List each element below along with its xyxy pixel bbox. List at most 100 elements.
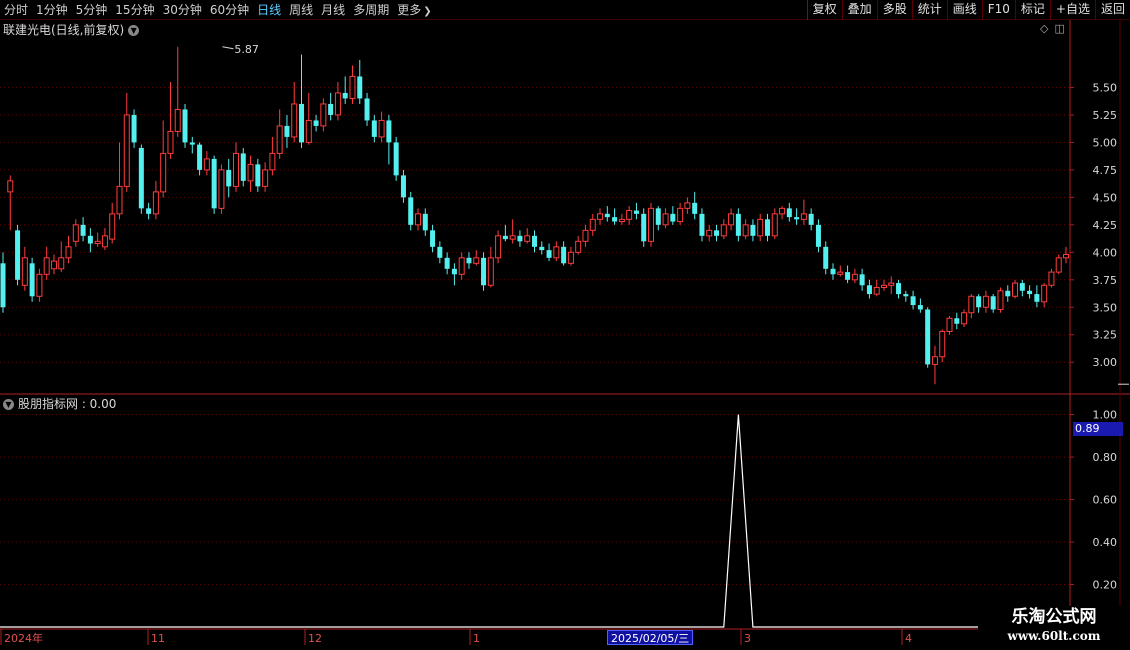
time-axis: 2024年 11 12 1 3 4 [0,629,912,645]
candle [968,294,975,319]
candle-body [109,213,116,240]
candle-body [633,210,639,214]
candle-body [851,273,858,281]
candle [189,136,195,154]
watermark: 乐淘公式网 www.60lt.com [978,606,1130,650]
candle [626,206,633,225]
candle [94,232,101,247]
period-tabs: 分时 1分钟 5分钟 15分钟 30分钟 60分钟 日线 周线 月线 多周期 [0,0,393,20]
candle-body [152,191,159,215]
toolbar-button-0[interactable]: 复权 [806,0,842,20]
candle [692,191,698,220]
candle [371,114,377,143]
period-tab-1[interactable]: 1分钟 [32,0,72,20]
dropdown-circle-icon[interactable]: ▼ [3,398,14,410]
time-label: 12 [308,632,322,645]
stock-title: 联建光电(日线,前复权) [3,23,125,37]
candle [502,224,508,242]
candle [757,213,764,242]
candle-body [742,224,749,237]
candle [422,208,428,236]
toolbar-button-5[interactable]: F10 [981,0,1015,20]
candle [87,228,93,253]
period-tab-3[interactable]: 15分钟 [111,0,158,20]
chart-canvas[interactable]: 5.872.80 5.505.255.004.754.504.254.003.7… [0,0,1130,650]
grid-layer [0,20,1130,650]
candle-body [36,273,43,297]
candle-body [757,218,764,237]
candle-body [146,208,152,214]
candle-body [800,213,807,220]
candle-body [386,120,392,143]
candle [0,252,6,313]
candle [837,265,844,277]
candle-body [837,271,844,275]
candle-body [160,152,167,193]
candle [764,213,770,242]
toolbar-button-3[interactable]: 统计 [911,0,947,20]
candle-body [284,125,290,137]
period-tab-5[interactable]: 60分钟 [206,0,253,20]
candle-body [714,230,720,236]
period-tab-2[interactable]: 5分钟 [72,0,112,20]
period-tab-8[interactable]: 月线 [317,0,349,20]
candle-body [50,260,57,270]
candle [990,294,996,313]
candle [720,219,727,240]
candle-body [779,207,786,215]
time-label: 3 [744,632,751,645]
period-tab-6[interactable]: 日线 [253,0,285,20]
candle-body [218,169,225,209]
toolbar-button-1[interactable]: 叠加 [841,0,877,20]
candle [524,228,531,244]
candle-body [917,305,923,310]
candlestick-series [0,46,1069,385]
candle-body [269,152,276,171]
toolbar-button-4[interactable]: 画线 [946,0,982,20]
period-tab-7[interactable]: 周线 [285,0,317,20]
candle [408,191,414,231]
candle [72,219,79,247]
period-tab-4[interactable]: 30分钟 [159,0,206,20]
more-periods-button[interactable]: 更多 ❯ [393,0,435,20]
candle-body [946,317,953,332]
candle-body [334,92,341,116]
candle-body [371,120,377,137]
candle [618,213,625,225]
candle [378,111,385,143]
candle [7,175,14,231]
candle [299,54,305,148]
candle [43,246,50,280]
toolbar-button-7[interactable]: +自选 [1049,0,1095,20]
window-toggle-icon[interactable]: ◫ [1054,22,1064,35]
candle [800,199,807,225]
candle [1019,279,1025,297]
candle [437,241,443,264]
price-tick-label: 4.25 [1093,219,1118,232]
candle [21,246,28,291]
candle-body [925,309,931,365]
toolbar-button-8[interactable]: 返回 [1094,0,1130,20]
dropdown-circle-icon[interactable]: ▼ [128,24,140,36]
candle-body [684,202,691,209]
diamond-icon[interactable]: ◇ [1040,22,1048,35]
candle-body [58,257,65,270]
candle [393,136,399,181]
candle [276,109,283,159]
period-tab-9[interactable]: 多周期 [349,0,393,20]
candle [815,219,821,253]
price-tick-label: 4.50 [1093,191,1118,204]
candle-body [517,235,523,242]
toolbar-button-6[interactable]: 标记 [1014,0,1050,20]
candle [15,224,21,286]
candle [786,202,792,222]
candle [910,290,916,310]
candle [473,250,480,266]
candle [699,208,705,242]
candle [509,219,516,244]
period-tab-0[interactable]: 分时 [0,0,32,20]
candle [1063,246,1069,264]
annotation-arrow [222,46,234,50]
toolbar-button-2[interactable]: 多股 [876,0,912,20]
candle [160,120,167,198]
